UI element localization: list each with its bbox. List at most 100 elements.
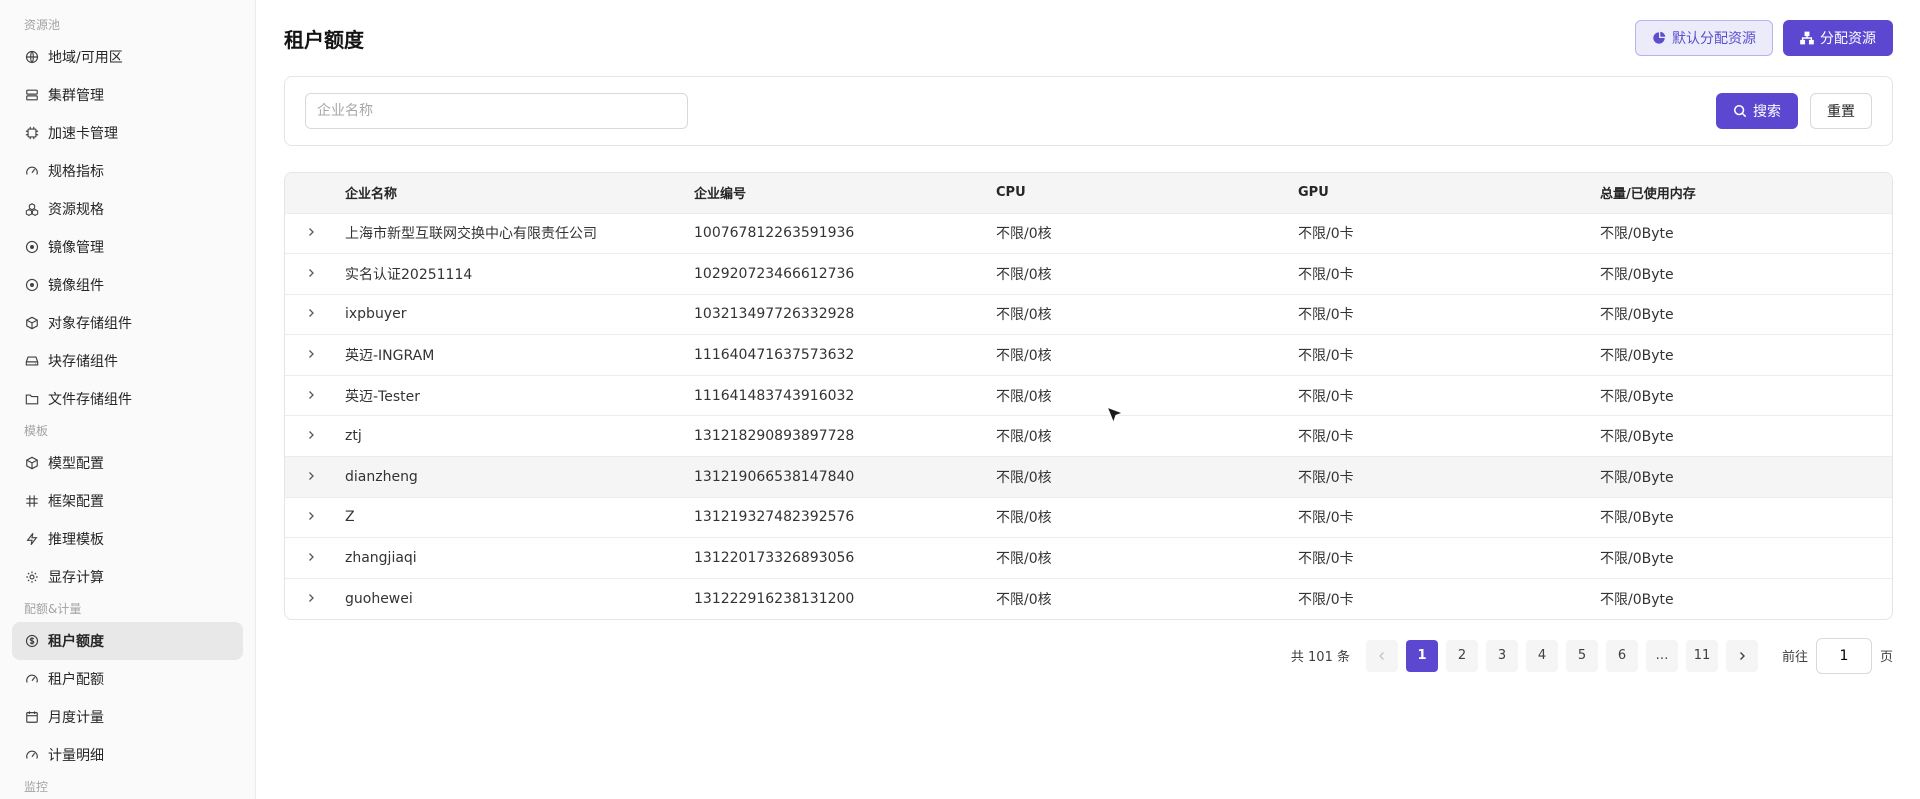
- table-cell: 不限/0Byte: [1600, 429, 1674, 446]
- sidebar-item[interactable]: 镜像管理: [12, 228, 243, 266]
- expand-row-cell[interactable]: [285, 538, 337, 579]
- table-cell: 不限/0核: [996, 551, 1052, 568]
- chevron-right-icon: [309, 593, 314, 602]
- sidebar-item[interactable]: 资源规格: [12, 190, 243, 228]
- expand-row-cell[interactable]: [285, 254, 337, 295]
- sidebar-item[interactable]: 文件存储组件: [12, 380, 243, 418]
- search-label: 搜索: [1753, 104, 1781, 120]
- tenant-quota-table: 企业名称 企业编号 CPU GPU 总量/已使用内存 上海市新型互联网交换中心有…: [284, 172, 1893, 620]
- table-row[interactable]: 英迈-Tester 111641483743916032 不限/0核 不限/0卡 不限/…: [285, 375, 1892, 416]
- page-button[interactable]: 1: [1405, 639, 1438, 672]
- sidebar-item[interactable]: 块存储组件: [12, 342, 243, 380]
- table-cell: 不限/0卡: [1298, 429, 1354, 446]
- table-row[interactable]: ixpbuyer 103213497726332928 不限/0核 不限/0卡 不限/0…: [285, 294, 1892, 335]
- table-cell: ztj: [345, 428, 362, 445]
- pagination: 共 101 条 123456…11 前往 页: [284, 637, 1893, 674]
- table-row[interactable]: 英迈-INGRAM 111640471637573632 不限/0核 不限/0卡 不限/…: [285, 334, 1892, 376]
- search-button[interactable]: 搜索: [1716, 93, 1798, 129]
- next-page-button[interactable]: [1725, 639, 1758, 672]
- allocate-button[interactable]: 分配资源: [1783, 20, 1893, 56]
- table-row[interactable]: ztj 131218290893897728 不限/0核 不限/0卡 不限/0Byte: [285, 415, 1892, 457]
- page-button[interactable]: 3: [1485, 639, 1518, 672]
- expand-row-cell[interactable]: [285, 578, 337, 619]
- sidebar: 资源池 地域/可用区 集群管理 加速卡管理 规格指标 资源规格 镜像管理 镜像组件 对象存储组件…: [0, 0, 256, 799]
- sidebar-section-title: 配额&计量: [24, 602, 82, 616]
- gauge-icon: [24, 747, 40, 763]
- page-button[interactable]: 2: [1445, 639, 1478, 672]
- gauge-icon: [24, 671, 40, 687]
- sidebar-item[interactable]: 镜像组件: [12, 266, 243, 304]
- table-cell: 不限/0Byte: [1600, 510, 1674, 527]
- table-cell: 不限/0Byte: [1600, 226, 1674, 243]
- table-cell: 不限/0卡: [1298, 551, 1354, 568]
- default-allocate-label: 默认分配资源: [1672, 31, 1756, 47]
- sidebar-item-label: 地域/可用区: [48, 50, 123, 66]
- page-button[interactable]: 6: [1605, 639, 1638, 672]
- table-row[interactable]: guohewei 131222916238131200 不限/0核 不限/0卡 不限/0…: [285, 578, 1892, 619]
- column-header: GPU: [1298, 185, 1329, 201]
- table-cell: 不限/0卡: [1298, 307, 1354, 324]
- sidebar-item[interactable]: 对象存储组件: [12, 304, 243, 342]
- sidebar-item[interactable]: 规格指标: [12, 152, 243, 190]
- sidebar-item[interactable]: 计量明细: [12, 736, 243, 774]
- table-cell: 111641483743916032: [694, 387, 855, 404]
- chevron-left-icon: [1378, 651, 1384, 660]
- expand-row-cell[interactable]: [285, 213, 337, 254]
- table-row[interactable]: 上海市新型互联网交换中心有限责任公司 100767812263591936 不限/0…: [285, 213, 1892, 254]
- cube-icon: [24, 455, 40, 471]
- table-cell: 100767812263591936: [694, 225, 855, 242]
- goto-suffix: 页: [1879, 650, 1893, 666]
- company-name-input[interactable]: [305, 93, 688, 129]
- sidebar-item[interactable]: 地域/可用区: [12, 38, 243, 76]
- table-cell: Z: [345, 509, 355, 526]
- page-button[interactable]: 4: [1525, 639, 1558, 672]
- sidebar-item[interactable]: 月度计量: [12, 698, 243, 736]
- default-allocate-button[interactable]: 默认分配资源: [1635, 20, 1773, 56]
- expand-row-cell[interactable]: [285, 375, 337, 416]
- sidebar-item[interactable]: 租户额度: [12, 622, 243, 660]
- expand-row-cell[interactable]: [285, 497, 337, 538]
- table-cell: 不限/0核: [996, 388, 1052, 405]
- sidebar-item[interactable]: 集群管理: [12, 76, 243, 114]
- table-row[interactable]: dianzheng 131219066538147840 不限/0核 不限/0卡 不限/…: [285, 456, 1892, 498]
- page-jumper: 前往 页: [1782, 637, 1893, 674]
- sidebar-item[interactable]: 框架配置: [12, 482, 243, 520]
- table-row[interactable]: 实名认证20251114 102920723466612736 不限/0核 不限/0卡…: [285, 253, 1892, 295]
- expand-row-cell[interactable]: [285, 294, 337, 335]
- pie-chart-icon: [1653, 31, 1666, 44]
- sidebar-item-label: 租户额度: [48, 634, 104, 650]
- page-button[interactable]: 11: [1685, 639, 1718, 672]
- sidebar-item-label: 对象存储组件: [48, 316, 132, 332]
- expand-row-cell[interactable]: [285, 457, 337, 498]
- folder-icon: [24, 391, 40, 407]
- table-cell: dianzheng: [345, 468, 418, 485]
- search-icon: [1733, 104, 1747, 118]
- table-cell: zhangjiaqi: [345, 550, 417, 567]
- sidebar-item[interactable]: 推理模板: [12, 520, 243, 558]
- sidebar-item[interactable]: 模型配置: [12, 444, 243, 482]
- expand-row-cell[interactable]: [285, 335, 337, 376]
- sidebar-item[interactable]: 显存计算: [12, 558, 243, 596]
- reset-button[interactable]: 重置: [1810, 93, 1872, 129]
- sidebar-item-label: 显存计算: [48, 570, 104, 586]
- sidebar-section-title: 模板: [24, 424, 49, 438]
- expand-row-cell[interactable]: [285, 416, 337, 457]
- table-row[interactable]: zhangjiaqi 131220173326893056 不限/0核 不限/0卡 不限…: [285, 537, 1892, 579]
- page-button[interactable]: 5: [1565, 639, 1598, 672]
- more-pages-button[interactable]: …: [1645, 639, 1678, 672]
- sidebar-item-label: 加速卡管理: [48, 126, 118, 142]
- sidebar-item[interactable]: 租户配额: [12, 660, 243, 698]
- table-cell: 131222916238131200: [694, 590, 855, 607]
- table-cell: 111640471637573632: [694, 347, 855, 364]
- chevron-right-icon: [1739, 651, 1745, 660]
- expand-column-header: [285, 173, 337, 213]
- table-cell: 不限/0核: [996, 591, 1052, 608]
- sidebar-item[interactable]: 加速卡管理: [12, 114, 243, 152]
- table-row[interactable]: Z 131219327482392576 不限/0核 不限/0卡 不限/0Byte: [285, 497, 1892, 538]
- chevron-right-icon: [309, 390, 314, 399]
- goto-page-input[interactable]: [1815, 637, 1872, 674]
- sidebar-item-label: 租户配额: [48, 672, 104, 688]
- chevron-right-icon: [309, 309, 314, 318]
- table-cell: 不限/0卡: [1298, 510, 1354, 527]
- prev-page-button[interactable]: [1365, 639, 1398, 672]
